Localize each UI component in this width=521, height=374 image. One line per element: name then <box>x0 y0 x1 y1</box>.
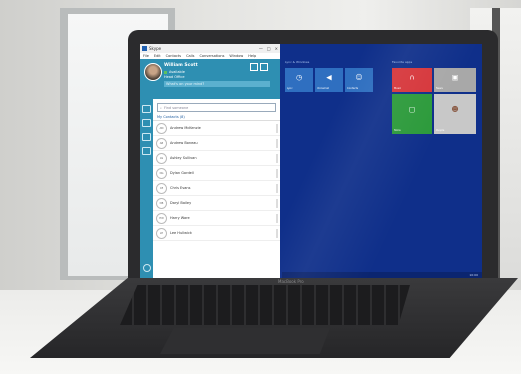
contact-avatar: DG <box>156 167 167 179</box>
profile-name: William Scott <box>164 63 198 68</box>
list-item[interactable]: HW Harry Ware <box>153 211 280 226</box>
window-title: Skype <box>149 46 162 51</box>
contact-avatar: AM <box>156 122 167 134</box>
contacts-nav-icon[interactable] <box>142 105 151 113</box>
bag-icon: ▢ <box>408 105 416 114</box>
presence-bar <box>276 228 278 238</box>
close-button[interactable]: × <box>275 46 278 51</box>
list-item[interactable]: AS Ashley Sullivan <box>153 151 280 166</box>
menu-contacts[interactable]: Contacts <box>166 54 181 58</box>
tile-people[interactable]: ☻ People <box>434 94 476 134</box>
list-item[interactable]: DG Dylan Gordell <box>153 166 280 181</box>
calls-nav-icon[interactable] <box>142 147 151 155</box>
contact-name: Harry Ware <box>170 216 190 220</box>
person-photo-icon: ☻ <box>451 105 459 114</box>
profile-header: William Scott Available Head Office What… <box>140 59 280 99</box>
contact-avatar: LH <box>156 227 167 239</box>
contact-name: Ashley Sullivan <box>170 156 197 160</box>
menu-calls[interactable]: Calls <box>186 54 194 58</box>
presence-bar <box>276 198 278 208</box>
tile-group-label: Lync & Windows <box>285 60 310 64</box>
presence-bar <box>276 153 278 163</box>
contact-name: Andrew Boneau <box>170 141 198 145</box>
gear-icon[interactable] <box>143 264 151 272</box>
conversations-nav-icon[interactable] <box>142 133 151 141</box>
search-input[interactable]: ⌕ Find someone <box>157 103 276 112</box>
contact-avatar: DB <box>156 197 167 209</box>
tile-news[interactable]: ▣ News <box>434 68 476 92</box>
tile-store[interactable]: ▢ Store <box>392 94 432 134</box>
tile-label: Music <box>394 87 402 90</box>
laptop-screen: Skype — □ × File Edit Contacts Calls Con… <box>140 44 482 278</box>
contact-name: Andrew McKenzie <box>170 126 201 130</box>
contact-name: Lee Hullwick <box>170 231 192 235</box>
contacts-pane: ⌕ Find someone My Contacts (8) AM Andrew… <box>153 99 280 278</box>
tile-label: Voicemail <box>317 87 330 90</box>
presence-status[interactable]: Available <box>164 70 185 74</box>
tab-groups[interactable]: My Contacts (8) <box>157 115 185 119</box>
minimize-button[interactable]: — <box>259 46 263 51</box>
contact-avatar: CE <box>156 182 167 194</box>
contact-name: Dylan Gordell <box>170 171 194 175</box>
tile-group-label: Favorite apps <box>392 60 413 64</box>
trackpad <box>160 328 330 354</box>
window-buttons: — □ × <box>259 46 278 51</box>
people-icon: ☺ <box>355 73 363 82</box>
tile-label: Store <box>394 129 401 132</box>
presence-bar <box>276 138 278 148</box>
system-tray-clock[interactable]: 10:00 <box>469 273 478 277</box>
list-item[interactable]: AB Andrew Boneau <box>153 136 280 151</box>
groups-nav-icon[interactable] <box>142 119 151 127</box>
contact-avatar: AB <box>156 137 167 149</box>
tile-voicemail[interactable]: ◀ Voicemail <box>315 68 343 92</box>
avatar[interactable] <box>144 63 162 81</box>
settings-icon[interactable] <box>260 63 268 71</box>
messenger-window: Skype — □ × File Edit Contacts Calls Con… <box>140 44 280 278</box>
search-placeholder: Find someone <box>163 105 189 110</box>
keyboard <box>120 285 410 325</box>
title-bar: Skype — □ × <box>140 44 280 53</box>
app-logo-icon <box>142 46 147 51</box>
contact-avatar: AS <box>156 152 167 164</box>
presence-bar <box>276 183 278 193</box>
list-item[interactable]: LH Lee Hullwick <box>153 226 280 241</box>
tile-label: News <box>436 87 443 90</box>
photo-icon: ▣ <box>451 73 459 82</box>
contact-avatar: HW <box>156 212 167 224</box>
menu-window[interactable]: Window <box>229 54 243 58</box>
tile-label: Lync <box>287 87 293 90</box>
clock-icon: ◷ <box>295 73 303 82</box>
scene: Skype — □ × File Edit Contacts Calls Con… <box>0 0 521 374</box>
headphones-icon: ∩ <box>409 73 415 82</box>
megaphone-icon: ◀ <box>326 73 332 82</box>
laptop-brand-label: MacBook Pro <box>278 279 304 284</box>
list-item[interactable]: DB Daryl Bailey <box>153 196 280 211</box>
presence-bar <box>276 123 278 133</box>
presence-label: Available <box>169 70 185 74</box>
tile-music[interactable]: ∩ Music <box>392 68 432 92</box>
menu-conversations[interactable]: Conversations <box>199 54 224 58</box>
menu-edit[interactable]: Edit <box>154 54 161 58</box>
presence-bar <box>276 213 278 223</box>
maximize-button[interactable]: □ <box>267 46 271 51</box>
tile-lync[interactable]: ◷ Lync <box>285 68 313 92</box>
presence-dot-icon <box>164 70 167 74</box>
contact-name: Daryl Bailey <box>170 201 192 205</box>
tile-label: Contacts <box>347 87 359 90</box>
tile-contacts[interactable]: ☺ Contacts <box>345 68 373 92</box>
sidebar <box>140 99 153 278</box>
taskbar: 10:00 <box>282 272 482 278</box>
contacts-tabs: My Contacts (8) <box>153 114 280 121</box>
list-item[interactable]: CE Chris Evans <box>153 181 280 196</box>
presence-bar <box>276 168 278 178</box>
tile-label: People <box>436 129 445 132</box>
personal-note-input[interactable]: What's on your mind? <box>164 81 270 87</box>
search-icon: ⌕ <box>160 105 162 110</box>
list-item[interactable]: AM Andrew McKenzie <box>153 121 280 136</box>
menu-file[interactable]: File <box>143 54 149 58</box>
location-label[interactable]: Head Office <box>164 75 184 79</box>
options-icon[interactable] <box>250 63 258 71</box>
contact-name: Chris Evans <box>170 186 191 190</box>
menu-help[interactable]: Help <box>248 54 256 58</box>
